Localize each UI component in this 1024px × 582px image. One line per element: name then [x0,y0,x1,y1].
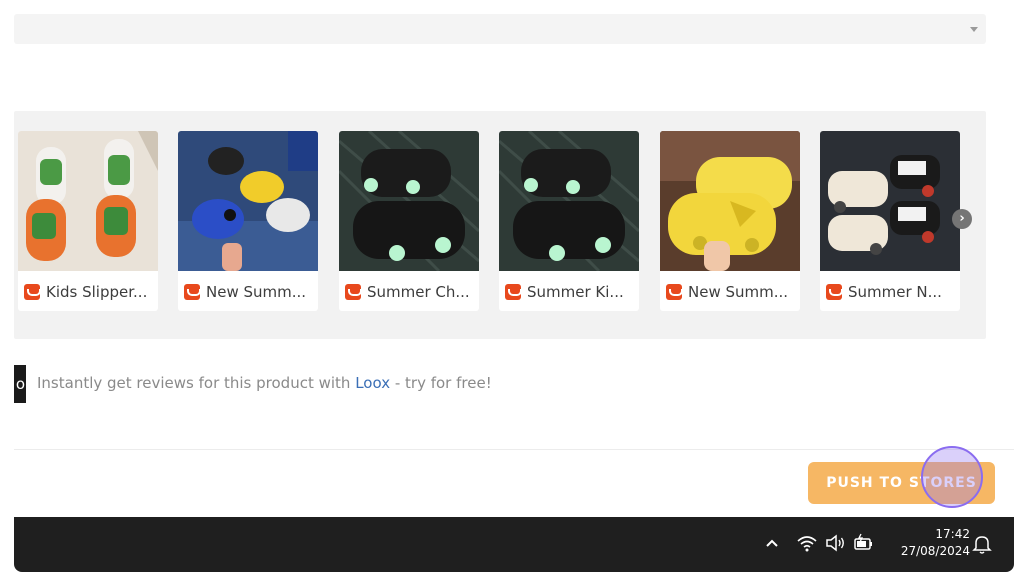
chevron-right-icon[interactable]: › [952,209,972,229]
loox-promo-suffix: - try for free! [390,374,492,392]
taskbar: 17:42 27/08/2024 [14,517,1014,572]
page: Kids Slipper... New Summ... Summer Ch...… [0,0,1024,582]
chevron-up-icon[interactable] [762,533,782,553]
product-thumbnail[interactable] [178,131,318,271]
product-card[interactable]: Summer Ch... [339,131,479,311]
wifi-icon[interactable] [796,532,818,554]
product-card[interactable]: Summer N... [820,131,960,311]
divider [14,449,1014,450]
dropdown-arrow-icon[interactable] [970,27,978,32]
store-select[interactable] [14,14,986,44]
product-card[interactable]: Summer Ki... [499,131,639,311]
product-title[interactable]: New Summ... [688,283,788,301]
battery-icon[interactable] [852,532,874,554]
aliexpress-icon [184,284,201,300]
product-title[interactable]: Kids Slipper... [46,283,147,301]
product-image-carousel: Kids Slipper... New Summ... Summer Ch...… [14,111,986,339]
product-card[interactable]: New Summ... [660,131,800,311]
aliexpress-icon [666,284,683,300]
loox-link[interactable]: Loox [355,374,390,392]
product-card[interactable]: New Summ... [178,131,318,311]
loox-promo-prefix: Instantly get reviews for this product w… [37,374,356,392]
product-thumbnail[interactable] [18,131,158,271]
bell-icon[interactable] [972,533,992,555]
product-title[interactable]: Summer N... [848,283,942,301]
product-card[interactable]: Kids Slipper... [18,131,158,311]
speaker-icon[interactable] [824,532,846,554]
product-title[interactable]: Summer Ki... [527,283,624,301]
loox-logo: o [14,365,26,403]
product-thumbnail[interactable] [820,131,960,271]
aliexpress-icon [505,284,522,300]
clock-date: 27/08/2024 [900,544,970,558]
aliexpress-icon [345,284,362,300]
product-thumbnail[interactable] [339,131,479,271]
product-title[interactable]: New Summ... [206,283,306,301]
taskbar-clock[interactable]: 17:42 27/08/2024 [886,526,970,560]
aliexpress-icon [24,284,41,300]
clock-time: 17:42 [935,527,970,541]
click-indicator [921,446,983,508]
loox-promo: Instantly get reviews for this product w… [37,374,492,392]
product-title[interactable]: Summer Ch... [367,283,470,301]
aliexpress-icon [826,284,843,300]
product-thumbnail[interactable] [660,131,800,271]
product-thumbnail[interactable] [499,131,639,271]
